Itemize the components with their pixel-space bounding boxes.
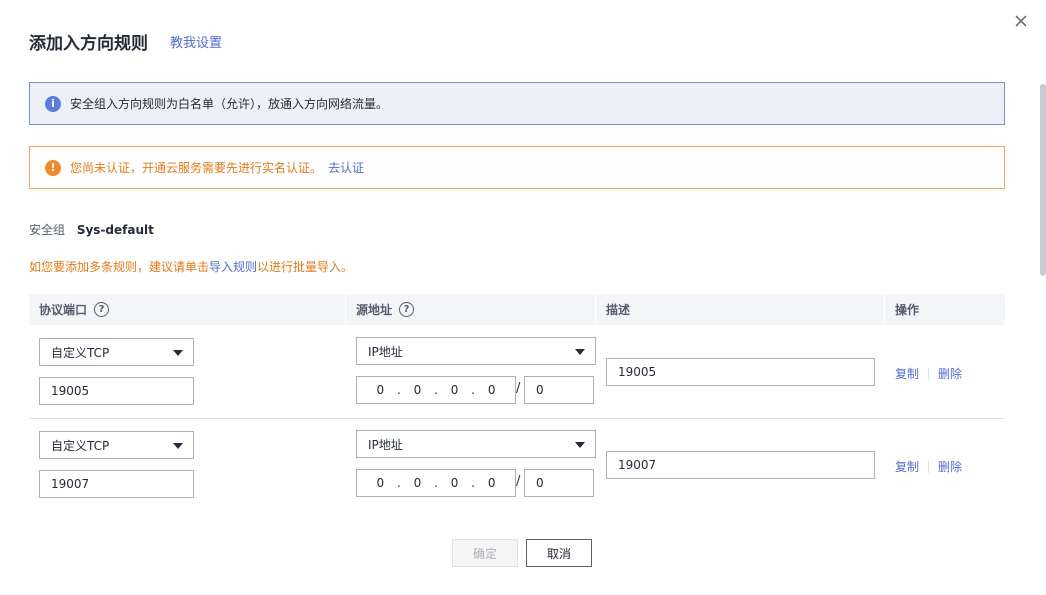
header-description-label: 描述 bbox=[606, 303, 631, 317]
ip-octet-2[interactable]: 0 bbox=[407, 383, 427, 397]
batch-import-tip: 如您要添加多条规则，建议请单击导入规则以进行批量导入。 bbox=[29, 258, 353, 275]
caret-down-icon bbox=[173, 443, 183, 449]
ip-address-input[interactable]: 0. 0. 0. 0 bbox=[356, 469, 516, 497]
security-group-value: Sys-default bbox=[76, 223, 154, 237]
mask-slash: / bbox=[516, 381, 521, 396]
header-source: 源地址 ? bbox=[346, 294, 596, 325]
caret-down-icon bbox=[575, 349, 585, 355]
security-group-label: 安全组 bbox=[29, 223, 66, 237]
table-row: 自定义TCP 19005 IP地址 0. 0. 0. 0 / 0 19005 复… bbox=[29, 325, 1005, 419]
ip-dot: . bbox=[471, 476, 475, 490]
warning-alert: ! 您尚未认证，开通云服务需要先进行实名认证。 去认证 bbox=[29, 146, 1005, 189]
protocol-select[interactable]: 自定义TCP bbox=[39, 338, 194, 366]
header-description: 描述 bbox=[596, 294, 885, 325]
help-icon[interactable]: ? bbox=[94, 302, 110, 317]
info-alert: i 安全组入方向规则为白名单（允许），放通入方向网络流量。 bbox=[29, 82, 1005, 125]
header-protocol-port: 协议端口 ? bbox=[29, 294, 346, 325]
port-input-value: 19007 bbox=[51, 477, 90, 491]
ip-dot: . bbox=[396, 476, 401, 490]
port-input-value: 19005 bbox=[51, 384, 90, 398]
port-input[interactable]: 19005 bbox=[39, 377, 194, 405]
table-row: 自定义TCP 19007 IP地址 0. 0. 0. 0 / 0 19007 复… bbox=[29, 419, 1005, 513]
import-rules-link[interactable]: 导入规则 bbox=[209, 260, 257, 274]
source-type-select[interactable]: IP地址 bbox=[356, 337, 596, 365]
ip-dot: . bbox=[396, 383, 401, 397]
mask-slash: / bbox=[516, 474, 521, 489]
info-alert-text: 安全组入方向规则为白名单（允许），放通入方向网络流量。 bbox=[70, 97, 389, 111]
copy-button[interactable]: 复制 bbox=[895, 458, 919, 475]
mask-input[interactable]: 0 bbox=[524, 469, 594, 497]
mask-input[interactable]: 0 bbox=[524, 376, 594, 404]
delete-button[interactable]: 删除 bbox=[938, 458, 962, 475]
caret-down-icon bbox=[173, 350, 183, 356]
protocol-select-value: 自定义TCP bbox=[51, 438, 110, 453]
source-type-value: IP地址 bbox=[368, 437, 403, 452]
description-input[interactable]: 19007 bbox=[606, 451, 875, 479]
table-header: 协议端口 ? 源地址 ? 描述 操作 bbox=[29, 294, 1005, 325]
info-icon: i bbox=[45, 95, 61, 112]
divider bbox=[928, 367, 930, 380]
ip-dot: . bbox=[471, 383, 475, 397]
caret-down-icon bbox=[575, 442, 585, 448]
divider bbox=[928, 460, 930, 473]
ip-address-input[interactable]: 0. 0. 0. 0 bbox=[356, 376, 516, 404]
description-input[interactable]: 19005 bbox=[606, 358, 875, 386]
port-input[interactable]: 19007 bbox=[39, 470, 194, 498]
rules-table: 协议端口 ? 源地址 ? 描述 操作 自定义TCP 19005 IP地址 0. … bbox=[29, 294, 1005, 513]
copy-button[interactable]: 复制 bbox=[895, 365, 919, 382]
dialog-header: 添加入方向规则 教我设置 bbox=[29, 30, 222, 54]
header-source-label: 源地址 bbox=[356, 303, 393, 317]
description-input-value: 19005 bbox=[618, 365, 657, 379]
description-input-value: 19007 bbox=[618, 458, 657, 472]
ip-octet-4[interactable]: 0 bbox=[482, 383, 502, 397]
header-protocol-port-label: 协议端口 bbox=[39, 303, 88, 317]
ip-octet-3[interactable]: 0 bbox=[445, 476, 465, 490]
security-group-line: 安全组 Sys-default bbox=[29, 221, 154, 238]
row-actions: 复制 删除 bbox=[895, 365, 962, 382]
ip-octet-3[interactable]: 0 bbox=[445, 383, 465, 397]
mask-input-value: 0 bbox=[536, 383, 544, 397]
help-link[interactable]: 教我设置 bbox=[170, 32, 222, 51]
batch-tip-suffix: 以进行批量导入。 bbox=[257, 260, 354, 274]
cancel-button[interactable]: 取消 bbox=[526, 539, 592, 567]
header-actions: 操作 bbox=[885, 294, 1005, 325]
close-icon[interactable] bbox=[1012, 12, 1030, 30]
header-actions-label: 操作 bbox=[895, 303, 920, 317]
protocol-select-value: 自定义TCP bbox=[51, 345, 110, 360]
confirm-button[interactable]: 确定 bbox=[452, 539, 518, 567]
ip-octet-1[interactable]: 0 bbox=[370, 476, 390, 490]
warning-alert-text: 您尚未认证，开通云服务需要先进行实名认证。 bbox=[70, 161, 323, 175]
ip-octet-2[interactable]: 0 bbox=[407, 476, 427, 490]
row-actions: 复制 删除 bbox=[895, 458, 962, 475]
source-type-select[interactable]: IP地址 bbox=[356, 430, 596, 458]
ip-octet-4[interactable]: 0 bbox=[482, 476, 502, 490]
ip-dot: . bbox=[434, 383, 438, 397]
scrollbar[interactable] bbox=[1040, 84, 1046, 276]
mask-input-value: 0 bbox=[536, 476, 544, 490]
verify-link[interactable]: 去认证 bbox=[328, 159, 364, 176]
source-type-value: IP地址 bbox=[368, 344, 403, 359]
warning-icon: ! bbox=[45, 159, 61, 176]
help-icon[interactable]: ? bbox=[399, 302, 415, 317]
ip-dot: . bbox=[434, 476, 438, 490]
protocol-select[interactable]: 自定义TCP bbox=[39, 431, 194, 459]
batch-tip-prefix: 如您要添加多条规则，建议请单击 bbox=[29, 260, 210, 274]
ip-octet-1[interactable]: 0 bbox=[370, 383, 390, 397]
dialog-title: 添加入方向规则 bbox=[29, 33, 148, 54]
delete-button[interactable]: 删除 bbox=[938, 365, 962, 382]
